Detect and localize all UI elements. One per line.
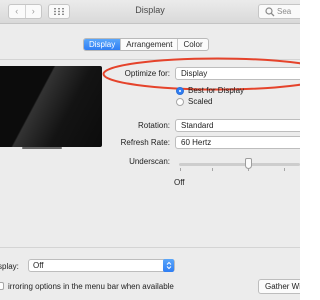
search-placeholder: Sea <box>277 7 292 16</box>
radio-best-for-display-label: Best for Display <box>188 86 245 95</box>
tab-arrangement[interactable]: Arrangement <box>120 39 177 50</box>
airplay-display-popup[interactable]: Off <box>28 259 175 272</box>
refresh-rate-label: Refresh Rate: <box>120 138 170 147</box>
optimize-for-label: Optimize for: <box>124 69 170 78</box>
title-bar: ‹ › Display Sea <box>0 0 300 24</box>
monitor-stand <box>22 147 62 149</box>
refresh-rate-popup[interactable]: 60 Hertz <box>175 136 300 149</box>
radio-scaled-label: Scaled <box>188 97 213 106</box>
slider-tick <box>180 168 181 171</box>
radio-button-selected[interactable] <box>176 86 184 95</box>
monitor-image <box>0 66 102 147</box>
forward-button[interactable]: › <box>24 5 42 18</box>
show-mirroring-label: irroring options in the menu bar when av… <box>8 282 174 291</box>
radio-best-for-display[interactable]: Best for Display <box>176 86 244 95</box>
rotation-label: Rotation: <box>137 121 170 130</box>
display-preferences-window: ‹ › Display Sea Display Arrangement Colo… <box>0 0 300 300</box>
slider-tick <box>284 168 285 171</box>
airplay-display-value: Off <box>33 261 44 270</box>
airplay-display-label: splay: <box>0 262 19 271</box>
underscan-slider[interactable] <box>179 163 300 166</box>
optimize-for-popup[interactable]: Display <box>175 67 300 80</box>
radio-scaled[interactable]: Scaled <box>176 97 212 106</box>
tab-bar: Display Arrangement Color <box>83 38 209 51</box>
show-all-button[interactable] <box>48 4 70 19</box>
tab-color[interactable]: Color <box>177 39 207 50</box>
tab-content-divider <box>0 59 300 60</box>
window-title: Display <box>135 5 165 15</box>
popup-arrows-icon[interactable] <box>163 259 174 272</box>
back-button[interactable]: ‹ <box>9 5 25 18</box>
chevron-right-icon: › <box>31 6 35 16</box>
slider-tick <box>212 168 213 171</box>
underscan-min-label: Off <box>174 178 185 187</box>
rotation-popup[interactable]: Standard <box>175 119 300 132</box>
gather-windows-button[interactable]: Gather Windo <box>258 279 300 294</box>
underscan-label: Underscan: <box>129 157 170 166</box>
underscan-slider-knob[interactable] <box>245 158 252 169</box>
up-down-chevron-icon <box>166 261 171 270</box>
show-mirroring-checkbox[interactable] <box>0 282 4 290</box>
search-field[interactable]: Sea <box>258 4 300 19</box>
grid-icon <box>54 8 64 15</box>
bottom-divider <box>0 247 300 248</box>
monitor-screen-reflection <box>0 66 102 147</box>
search-icon <box>265 7 275 17</box>
navigation-buttons: ‹ › <box>8 4 42 19</box>
tab-display[interactable]: Display <box>84 39 121 50</box>
chevron-left-icon: ‹ <box>15 6 19 16</box>
radio-button[interactable] <box>176 97 184 106</box>
